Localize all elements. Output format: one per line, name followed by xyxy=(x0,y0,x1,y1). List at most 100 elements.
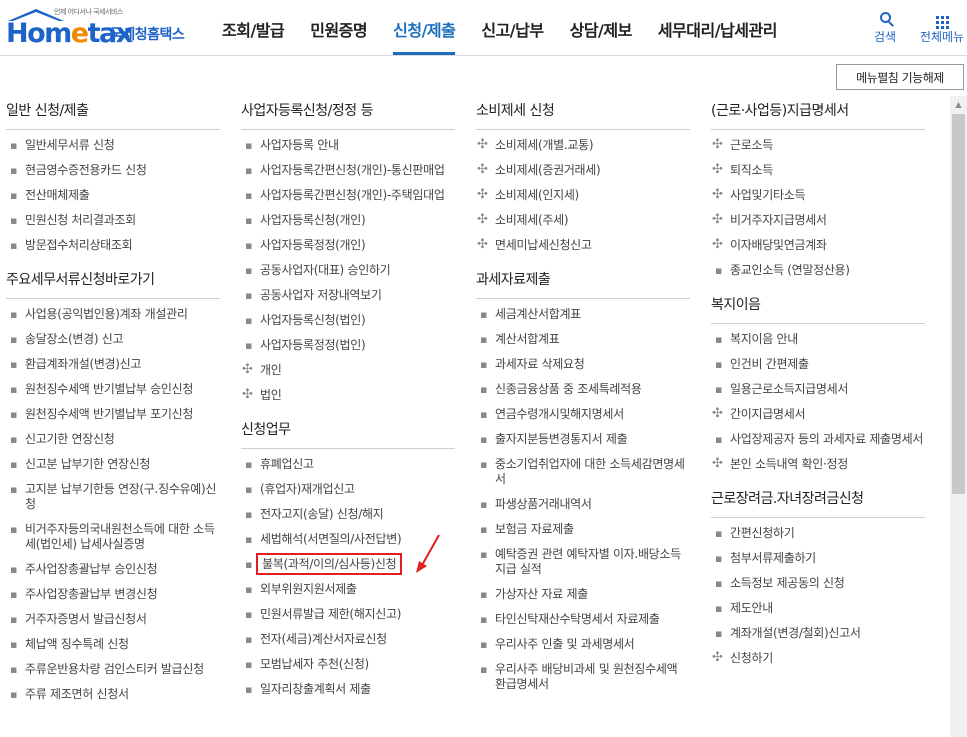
menu-item[interactable]: ▪ 일용근로소득지급명세서 xyxy=(711,382,925,397)
menu-item[interactable]: ▪ 공동사업자 저장내역보기 xyxy=(241,288,455,303)
menu-item[interactable]: ▪ 사업장제공자 등의 과세자료 제출명세서 xyxy=(711,432,925,447)
nav-item[interactable]: 조회/발급 xyxy=(222,0,285,56)
menu-item[interactable]: ▪ 사업자등록신청(개인) xyxy=(241,213,455,228)
menu-item[interactable]: ▪ 전자고지(송달) 신청/해지 xyxy=(241,507,455,522)
menu-item-label: 소비제세(주세) xyxy=(495,213,569,227)
menu-item-label: 현금영수증전용카드 신청 xyxy=(25,163,147,177)
menu-item[interactable]: ▪ 주사업장총괄납부 승인신청 xyxy=(6,562,220,577)
menu-item[interactable]: ▪ 주류운반용차량 검인스티커 발급신청 xyxy=(6,662,220,677)
menu-item[interactable]: ▪ 계좌개설(변경/철회)신고서 xyxy=(711,626,925,641)
menu-item-label: 첨부서류제출하기 xyxy=(730,551,816,565)
hometax-logo[interactable]: 언제 어디서나 국세서비스 Hometax 국세청홈택스 xyxy=(6,6,188,50)
menu-item[interactable]: ▪ 체납액 징수특례 신청 xyxy=(6,637,220,652)
expand-plus-icon: ✣ xyxy=(477,137,488,152)
menu-item[interactable]: ✣ 신청하기 xyxy=(711,650,925,666)
menu-item-label: 타인신탁재산수탁명세서 자료제출 xyxy=(495,612,660,626)
menu-item[interactable]: ▪ 민원서류발급 제한(해지신고) xyxy=(241,607,455,622)
menu-item[interactable]: ▪ 민원신청 처리결과조회 xyxy=(6,213,220,228)
menu-item[interactable]: ▪ 공동사업자(대표) 승인하기 xyxy=(241,263,455,278)
scroll-up-icon[interactable]: ▲ xyxy=(950,96,967,113)
search-button[interactable]: 검색 xyxy=(860,8,910,45)
menu-item[interactable]: ✣ 면세미납세신청신고 xyxy=(476,237,690,253)
menu-item[interactable]: ▪ 현금영수증전용카드 신청 xyxy=(6,163,220,178)
menu-item[interactable]: ✣ 이자배당및연금계좌 xyxy=(711,237,925,253)
menu-item[interactable]: ▪ 거주자증명서 발급신청서 xyxy=(6,612,220,627)
menu-item[interactable]: ▪ 첨부서류제출하기 xyxy=(711,551,925,566)
bullet-icon: ▪ xyxy=(10,383,18,396)
menu-item[interactable]: ✣ 비거주자지급명세서 xyxy=(711,212,925,228)
menu-item[interactable]: ▪ 주사업장총괄납부 변경신청 xyxy=(6,587,220,602)
nav-item[interactable]: 신청/제출 xyxy=(393,0,456,55)
menu-item[interactable]: ▪ 출자지분등변경통지서 제출 xyxy=(476,432,690,447)
menu-item[interactable]: ▪ 전산매체제출 xyxy=(6,188,220,203)
menu-item[interactable]: ✣ 근로소득 xyxy=(711,137,925,153)
menu-item[interactable]: ▪ 과세자료 삭제요청 xyxy=(476,357,690,372)
menu-item[interactable]: ▪ 모범납세자 추천(신청) xyxy=(241,657,455,672)
menu-item[interactable]: ▪ 종교인소득 (연말정산용) xyxy=(711,263,925,278)
menu-item[interactable]: ▪ 세금계산서합계표 xyxy=(476,307,690,322)
menu-item[interactable]: ▪ 사업자등록신청(법인) xyxy=(241,313,455,328)
menu-item[interactable]: ▪ 연금수령개시및해지명세서 xyxy=(476,407,690,422)
vertical-scrollbar[interactable]: ▲ xyxy=(950,96,967,737)
expand-plus-icon: ✣ xyxy=(712,456,723,471)
menu-expand-toggle-button[interactable]: 메뉴펼침 기능해제 xyxy=(836,64,964,90)
menu-item[interactable]: ▪ 비거주자등의국내원천소득에 대한 소득세(법인세) 납세사실증명 xyxy=(6,522,220,552)
menu-item[interactable]: ▪ 주류 제조면허 신청서 xyxy=(6,687,220,702)
menu-item-label: 퇴직소득 xyxy=(730,163,773,177)
nav-item[interactable]: 세무대리/납세관리 xyxy=(658,0,778,56)
menu-item[interactable]: ▪ 보험금 자료제출 xyxy=(476,522,690,537)
menu-item[interactable]: ▪ 사업자등록간편신청(개인)-주택임대업 xyxy=(241,188,455,203)
menu-item[interactable]: ✣ 법인 xyxy=(241,387,455,403)
menu-item[interactable]: ✣ 개인 xyxy=(241,362,455,378)
menu-item[interactable]: ▪ 예탁증권 관련 예탁자별 이자.배당소득 지급 실적 xyxy=(476,547,690,577)
menu-item[interactable]: ▪ 파생상품거래내역서 xyxy=(476,497,690,512)
menu-item[interactable]: ▪ 간편신청하기 xyxy=(711,526,925,541)
menu-item[interactable]: ▪ 사업자등록정정(개인) xyxy=(241,238,455,253)
menu-item[interactable]: ▪ 환급계좌개설(변경)신고 xyxy=(6,357,220,372)
menu-item[interactable]: ▪ 원천징수세액 반기별납부 승인신청 xyxy=(6,382,220,397)
menu-item[interactable]: ✣ 소비제세(증권거래세) xyxy=(476,162,690,178)
nav-item[interactable]: 신고/납부 xyxy=(481,0,544,56)
menu-item[interactable]: ▪ 사업용(공익법인용)계좌 개설관리 xyxy=(6,307,220,322)
menu-item[interactable]: ▪ 중소기업취업자에 대한 소득세감면명세서 xyxy=(476,457,690,487)
menu-item[interactable]: ▪ 우리사주 배당비과세 및 원천징수세액 환급명세서 xyxy=(476,662,690,692)
menu-item[interactable]: ▪ 소득정보 제공동의 신청 xyxy=(711,576,925,591)
menu-item[interactable]: ▪ 일자리창출계획서 제출 xyxy=(241,682,455,697)
menu-item[interactable]: ▪ 타인신탁재산수탁명세서 자료제출 xyxy=(476,612,690,627)
menu-item[interactable]: ▪ 가상자산 자료 제출 xyxy=(476,587,690,602)
menu-item[interactable]: ✣ 간이지급명세서 xyxy=(711,406,925,422)
menu-item[interactable]: ▪ 원천징수세액 반기별납부 포기신청 xyxy=(6,407,220,422)
menu-item[interactable]: ▪ 신고기한 연장신청 xyxy=(6,432,220,447)
menu-item[interactable]: ▪ 사업자등록정정(법인) xyxy=(241,338,455,353)
menu-item[interactable]: ▪ 고지분 납부기한등 연장(구.징수유예)신청 xyxy=(6,482,220,512)
menu-item[interactable]: ▪ (휴업자)재개업신고 xyxy=(241,482,455,497)
menu-item[interactable]: ✣ 소비제세(개별.교통) xyxy=(476,137,690,153)
menu-item[interactable]: ▪ 우리사주 인출 및 과세명세서 xyxy=(476,637,690,652)
menu-item[interactable]: ▪ 신고분 납부기한 연장신청 xyxy=(6,457,220,472)
menu-item[interactable]: ✣ 퇴직소득 xyxy=(711,162,925,178)
nav-item[interactable]: 민원증명 xyxy=(310,0,367,56)
menu-item[interactable]: ▪ 휴폐업신고 xyxy=(241,457,455,472)
menu-item[interactable]: ▪ 제도안내 xyxy=(711,601,925,616)
scroll-thumb[interactable] xyxy=(952,114,965,494)
bullet-icon: ▪ xyxy=(715,333,723,346)
menu-item[interactable]: ✣ 소비제세(주세) xyxy=(476,212,690,228)
menu-item[interactable]: ▪ 송달장소(변경) 신고 xyxy=(6,332,220,347)
menu-item[interactable]: ▪ 복지이음 안내 xyxy=(711,332,925,347)
menu-item[interactable]: ▪ 외부위원지원서제출 xyxy=(241,582,455,597)
menu-item[interactable]: ▪ 방문접수처리상태조회 xyxy=(6,238,220,253)
menu-item[interactable]: ▪ 사업자등록 안내 xyxy=(241,138,455,153)
menu-item[interactable]: ▪ 전자(세금)계산서자료신청 xyxy=(241,632,455,647)
bullet-icon: ▪ xyxy=(10,358,18,371)
menu-item[interactable]: ▪ 일반세무서류 신청 xyxy=(6,138,220,153)
menu-item[interactable]: ✣ 사업및기타소득 xyxy=(711,187,925,203)
all-menu-button[interactable]: 전체메뉴 xyxy=(917,8,967,45)
menu-item[interactable]: ✣ 본인 소득내역 확인·정정 xyxy=(711,456,925,472)
menu-item[interactable]: ✣ 소비제세(인지세) xyxy=(476,187,690,203)
menu-item[interactable]: ▪ 사업자등록간편신청(개인)-통신판매업 xyxy=(241,163,455,178)
expand-plus-icon: ✣ xyxy=(712,187,723,202)
menu-item[interactable]: ▪ 인건비 간편제출 xyxy=(711,357,925,372)
nav-item[interactable]: 상담/제보 xyxy=(570,0,633,56)
menu-item[interactable]: ▪ 계산서합계표 xyxy=(476,332,690,347)
menu-item[interactable]: ▪ 신종금융상품 중 조세특례적용 xyxy=(476,382,690,397)
